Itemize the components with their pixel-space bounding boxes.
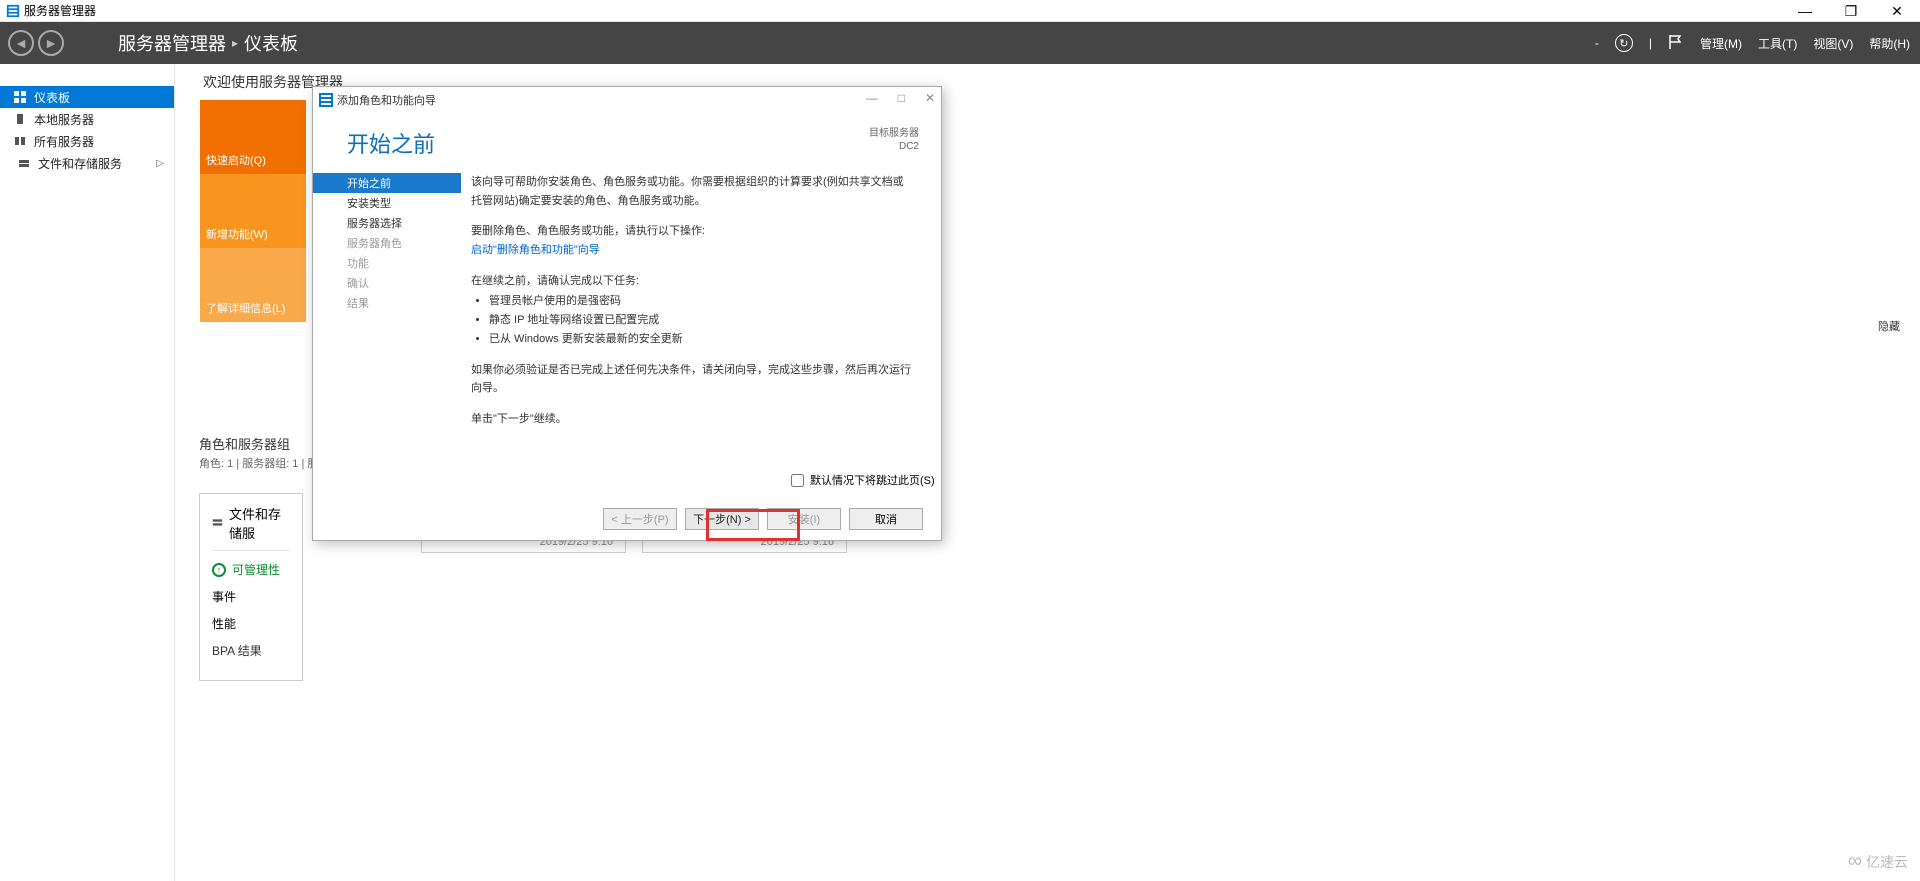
menu-view[interactable]: 视图(V)	[1813, 35, 1853, 52]
sidebar-item-file-storage[interactable]: 文件和存储服务 ▷	[0, 152, 174, 174]
close-button[interactable]: ✕	[1874, 0, 1920, 22]
separator-icon: |	[1649, 36, 1652, 50]
refresh-icon[interactable]: ↻	[1615, 34, 1633, 52]
sidebar: 仪表板 本地服务器 所有服务器 文件和存储服务 ▷	[0, 64, 175, 881]
maximize-button[interactable]: ❐	[1828, 0, 1874, 22]
tile-learnmore[interactable]: 了解详细信息(L)	[200, 248, 306, 322]
wizard-install-button: 安装(I)	[767, 508, 841, 530]
wizard-step-server-roles: 服务器角色	[337, 233, 461, 253]
wizard-maximize-button[interactable]: □	[898, 91, 905, 105]
tile-quickstart[interactable]: 快速启动(Q)	[200, 100, 306, 174]
wizard-remove-link[interactable]: 启动"删除角色和功能"向导	[471, 241, 911, 260]
wizard-step-results: 结果	[337, 293, 461, 313]
wizard-skip-checkbox[interactable]: 默认情况下将跳过此页(S)	[791, 472, 935, 488]
wizard-main-content: 该向导可帮助你安装角色、角色服务或功能。你需要根据组织的计算要求(例如共享文档或…	[461, 159, 941, 499]
wizard-step-server-selection[interactable]: 服务器选择	[337, 213, 461, 233]
wizard-minimize-button[interactable]: —	[866, 91, 878, 105]
window-titlebar: 服务器管理器 — ❐ ✕	[0, 0, 1920, 22]
skip-checkbox-input[interactable]	[791, 474, 804, 487]
wizard-next-button[interactable]: 下一步(N) >	[685, 508, 759, 530]
breadcrumb-root[interactable]: 服务器管理器	[118, 30, 226, 56]
card-performance[interactable]: 性能	[212, 615, 290, 632]
wizard-title: 添加角色和功能向导	[337, 92, 436, 108]
dash-icon: -	[1595, 36, 1599, 50]
minimize-button[interactable]: —	[1782, 0, 1828, 22]
card-manageability[interactable]: ↑ 可管理性	[212, 561, 290, 578]
breadcrumb-separator-icon: ▸	[232, 36, 238, 50]
wizard-footer: < 上一步(P) 下一步(N) > 安装(I) 取消	[313, 508, 941, 530]
wizard-cancel-button[interactable]: 取消	[849, 508, 923, 530]
wizard-intro-text: 该向导可帮助你安装角色、角色服务或功能。你需要根据组织的计算要求(例如共享文档或…	[471, 173, 911, 210]
card-events[interactable]: 事件	[212, 588, 290, 605]
sidebar-item-label: 本地服务器	[34, 111, 94, 128]
card-title: 文件和存储服	[229, 504, 290, 542]
nav-back-button[interactable]: ◄	[8, 30, 34, 56]
wizard-steps: 开始之前 安装类型 服务器选择 服务器角色 功能 确认 结果	[313, 159, 461, 499]
sidebar-item-label: 文件和存储服务	[38, 155, 122, 172]
role-card-file-storage[interactable]: 文件和存储服 ↑ 可管理性 事件 性能 BPA 结果	[199, 493, 303, 681]
add-roles-wizard-dialog: 添加角色和功能向导 — □ ✕ 开始之前 目标服务器 DC2 开始之前 安装类型…	[312, 86, 942, 541]
wizard-heading: 开始之前	[347, 127, 435, 159]
wizard-bullet: 管理员帐户使用的是强密码	[489, 292, 911, 311]
dashboard-icon	[14, 91, 26, 103]
storage-icon	[18, 157, 30, 169]
watermark: ∞ 亿速云	[1848, 850, 1908, 873]
card-bpa[interactable]: BPA 结果	[212, 642, 290, 659]
sidebar-item-label: 仪表板	[34, 89, 70, 106]
welcome-tiles: 快速启动(Q) 新增功能(W) 了解详细信息(L)	[200, 100, 306, 322]
wizard-verify-text: 如果你必须验证是否已完成上述任何先决条件，请关闭向导，完成这些步骤，然后再次运行…	[471, 361, 911, 398]
breadcrumb: 服务器管理器 ▸ 仪表板	[118, 30, 298, 56]
wizard-before-label: 在继续之前，请确认完成以下任务:	[471, 272, 911, 291]
wizard-step-confirm: 确认	[337, 273, 461, 293]
wizard-icon	[319, 93, 333, 107]
wizard-target-server: 目标服务器 DC2	[869, 127, 919, 153]
sidebar-item-label: 所有服务器	[34, 133, 94, 150]
wizard-remove-label: 要删除角色、角色服务或功能，请执行以下操作:	[471, 222, 911, 241]
breadcrumb-page[interactable]: 仪表板	[244, 30, 298, 56]
server-icon	[14, 113, 26, 125]
wizard-prev-button: < 上一步(P)	[603, 508, 677, 530]
wizard-continue-text: 单击"下一步"继续。	[471, 410, 911, 429]
sidebar-item-all-servers[interactable]: 所有服务器	[0, 130, 174, 152]
window-title: 服务器管理器	[24, 2, 96, 19]
nav-forward-button[interactable]: ►	[38, 30, 64, 56]
sidebar-item-dashboard[interactable]: 仪表板	[0, 86, 174, 108]
servers-icon	[14, 135, 26, 147]
menu-help[interactable]: 帮助(H)	[1869, 35, 1910, 52]
app-icon	[6, 4, 20, 18]
cloud-icon: ∞	[1848, 850, 1862, 873]
wizard-step-features: 功能	[337, 253, 461, 273]
wizard-titlebar[interactable]: 添加角色和功能向导 — □ ✕	[313, 87, 941, 113]
chevron-right-icon: ▷	[156, 158, 164, 169]
wizard-bullet: 已从 Windows 更新安装最新的安全更新	[489, 330, 911, 349]
menu-manage[interactable]: 管理(M)	[1700, 35, 1742, 52]
arrow-up-icon: ↑	[212, 563, 226, 577]
menu-tools[interactable]: 工具(T)	[1758, 35, 1797, 52]
sidebar-item-local-server[interactable]: 本地服务器	[0, 108, 174, 130]
wizard-step-before[interactable]: 开始之前	[313, 173, 461, 193]
wizard-close-button[interactable]: ✕	[925, 91, 935, 105]
hide-toggle[interactable]: 隐藏	[1878, 318, 1900, 334]
app-header: ◄ ► 服务器管理器 ▸ 仪表板 - ↻ | 管理(M) 工具(T) 视图(V)…	[0, 22, 1920, 64]
wizard-step-install-type[interactable]: 安装类型	[337, 193, 461, 213]
storage-icon	[212, 516, 223, 530]
tile-whatsnew[interactable]: 新增功能(W)	[200, 174, 306, 248]
flag-icon[interactable]	[1668, 34, 1684, 53]
wizard-bullet: 静态 IP 地址等网络设置已配置完成	[489, 311, 911, 330]
